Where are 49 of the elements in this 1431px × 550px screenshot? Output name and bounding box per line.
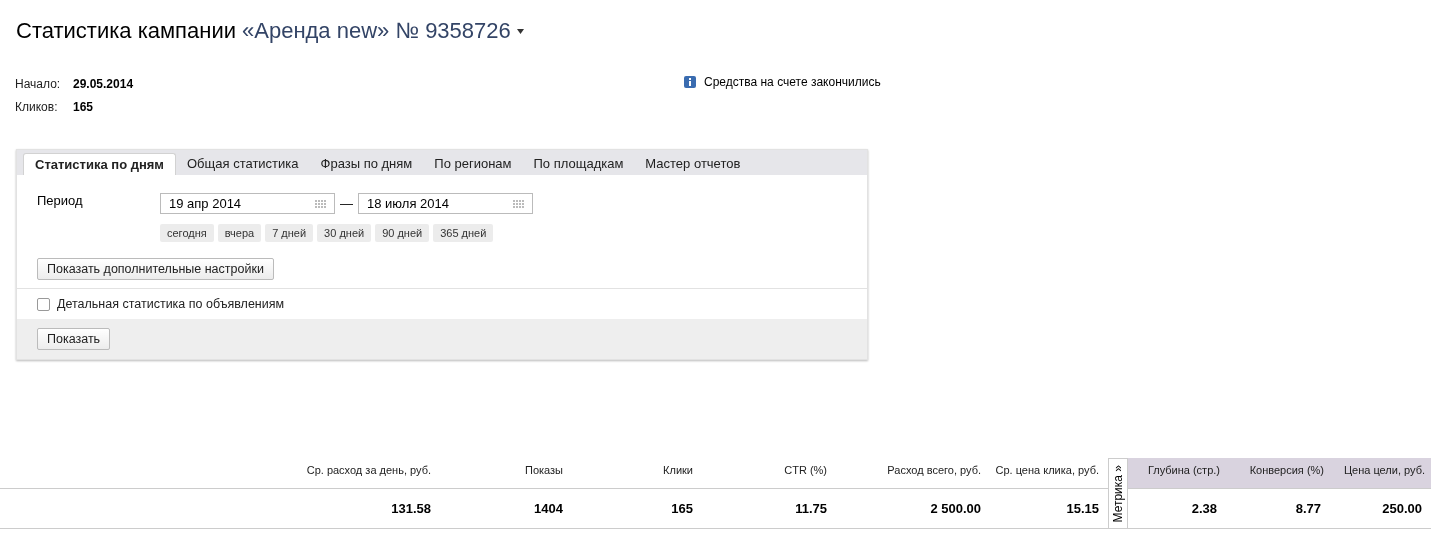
column-header: Цена цели, руб.: [1330, 458, 1431, 489]
tab[interactable]: По площадкам: [522, 153, 635, 175]
more-settings-button[interactable]: Показать дополнительные настройки: [37, 258, 274, 280]
info-label: Кликов:: [15, 99, 59, 114]
show-button[interactable]: Показать: [37, 328, 111, 350]
tab[interactable]: Общая статистика: [176, 153, 310, 175]
table-cell: 15.15: [990, 489, 1108, 529]
calendar-icon[interactable]: [513, 199, 524, 208]
date-field[interactable]: 18 июля 2014: [358, 193, 533, 214]
info-value: 29.05.2014: [73, 76, 134, 91]
period-label: Период: [37, 193, 84, 210]
column-header: Расход всего, руб.: [836, 458, 990, 489]
dash-separator: —: [340, 196, 353, 211]
table-cell: 131.58: [0, 489, 440, 529]
preset-button[interactable]: сегодня: [160, 224, 214, 242]
table-cell: 165: [572, 489, 702, 529]
page-title: Статистика кампании: [16, 18, 236, 44]
date-field[interactable]: 19 апр 2014: [160, 193, 335, 214]
checkbox-label[interactable]: Детальная статистика по объявлениям: [57, 297, 285, 311]
caret-icon[interactable]: [516, 28, 524, 34]
table-cell: 2.38: [1128, 489, 1226, 529]
table-cell: 8.77: [1226, 489, 1330, 529]
tab[interactable]: По регионам: [423, 153, 523, 175]
preset-button[interactable]: вчера: [217, 224, 262, 242]
tab[interactable]: Статистика по дням: [23, 153, 176, 175]
checkbox[interactable]: [37, 297, 50, 311]
table-cell: 250.00: [1330, 489, 1431, 529]
campaign-link[interactable]: «Аренда new» № 9358726: [242, 18, 511, 44]
column-header: Конверсия (%): [1226, 458, 1330, 489]
column-header: Показы: [440, 458, 572, 489]
info-label: Начало:: [15, 76, 62, 91]
tab[interactable]: Мастер отчетов: [634, 153, 752, 175]
table-cell: 11.75: [702, 489, 836, 529]
preset-button[interactable]: 30 дней: [317, 224, 372, 242]
info-icon: [684, 76, 696, 88]
table-cell: 2 500.00: [836, 489, 990, 529]
column-header: Глубина (стр.): [1128, 458, 1226, 489]
preset-button[interactable]: 7 дней: [265, 224, 314, 242]
table-cell: 1404: [440, 489, 572, 529]
tab[interactable]: Фразы по дням: [309, 153, 424, 175]
metrika-tab[interactable]: Метрика »: [1108, 458, 1128, 529]
column-header: Клики: [572, 458, 702, 489]
info-value: 165: [73, 99, 94, 114]
notice-text: Средства на счете закончились: [704, 75, 881, 89]
calendar-icon[interactable]: [315, 199, 326, 208]
column-header: Ср. расход за день, руб.: [0, 458, 440, 489]
preset-button[interactable]: 90 дней: [375, 224, 430, 242]
column-header: CTR (%): [702, 458, 836, 489]
preset-button[interactable]: 365 дней: [433, 224, 494, 242]
